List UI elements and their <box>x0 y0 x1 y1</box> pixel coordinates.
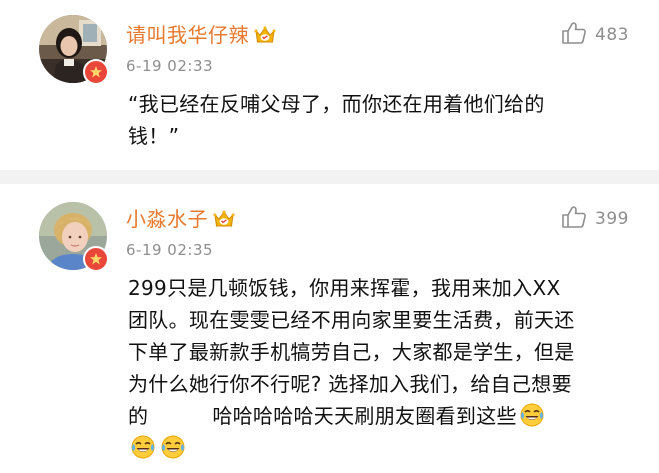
username-row: 小淼水子 <box>126 205 236 233</box>
comment-line: 团队。现在雯雯已经不用向家里要生活费，前天还 <box>128 308 575 332</box>
vip-badge-icon <box>83 59 109 85</box>
tears-of-joy-emoji-icon <box>160 434 186 460</box>
thumbs-up-icon[interactable] <box>561 21 587 49</box>
comment-fragment: 的 <box>128 404 149 428</box>
comment-line: 钱！” <box>128 124 180 148</box>
comment-fragment: 哈哈哈哈哈天天刷朋友圈看到这些 <box>212 404 517 428</box>
like-button[interactable]: 399 <box>561 205 629 233</box>
comment-line-last: 的 哈哈哈哈哈天天刷朋友圈看到这些 <box>128 400 618 432</box>
comment-item: 请叫我华仔辣 6-19 02:33 483 “我已经在反哺父母了，而你还在用着他… <box>0 0 659 170</box>
comment-separator <box>0 170 659 184</box>
timestamp: 6-19 02:35 <box>126 241 214 259</box>
avatar-container[interactable] <box>39 202 109 272</box>
thumbs-up-icon[interactable] <box>561 205 587 233</box>
comment-feed: 请叫我华仔辣 6-19 02:33 483 “我已经在反哺父母了，而你还在用着他… <box>0 0 659 473</box>
crown-icon <box>253 23 277 47</box>
comment-item: 小淼水子 6-19 02:35 399 299只是几顿饭钱，你用来挥霍，我用来加… <box>0 184 659 473</box>
tears-of-joy-emoji-icon <box>519 402 545 428</box>
emoji-line <box>128 432 618 464</box>
timestamp: 6-19 02:33 <box>126 57 214 75</box>
comment-line: “我已经在反哺父母了，而你还在用着他们给的 <box>128 92 545 116</box>
username[interactable]: 请叫我华仔辣 <box>126 21 249 49</box>
like-button[interactable]: 483 <box>561 21 629 49</box>
crown-icon <box>212 207 236 231</box>
comment-text: “我已经在反哺父母了，而你还在用着他们给的 钱！” <box>128 88 618 152</box>
vip-badge-icon <box>83 246 109 272</box>
avatar-container[interactable] <box>39 15 109 85</box>
comment-text: 299只是几顿饭钱，你用来挥霍，我用来加入XX 团队。现在雯雯已经不用向家里要生… <box>128 272 618 464</box>
tears-of-joy-emoji-icon <box>130 434 156 460</box>
like-count: 483 <box>595 25 629 45</box>
username[interactable]: 小淼水子 <box>126 205 208 233</box>
comment-line: 299只是几顿饭钱，你用来挥霍，我用来加入XX <box>128 276 561 300</box>
like-count: 399 <box>595 209 629 229</box>
username-row: 请叫我华仔辣 <box>126 21 277 49</box>
comment-line: 为什么她行你不行呢? 选择加入我们，给自己想要 <box>128 372 572 396</box>
comment-line: 下单了最新款手机犒劳自己，大家都是学生，但是 <box>128 340 575 364</box>
